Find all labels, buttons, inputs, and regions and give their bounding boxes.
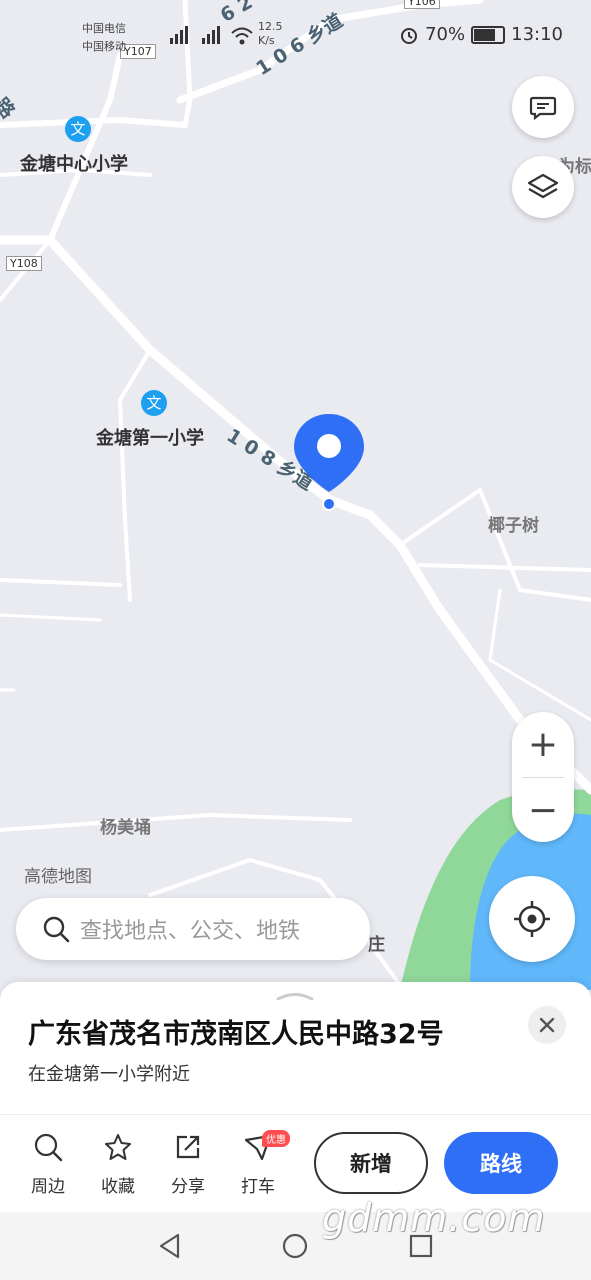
back-icon[interactable] — [156, 1232, 184, 1260]
place-address: 广东省茂名市茂南区人民中路32号 — [28, 1019, 444, 1050]
promo-badge: 优惠 — [262, 1130, 290, 1147]
route-button[interactable]: 路线 — [444, 1132, 558, 1194]
zoom-control: + − — [512, 712, 574, 842]
message-button[interactable] — [512, 76, 574, 138]
amap-logo: 高德地图 — [24, 867, 92, 887]
message-icon — [529, 96, 557, 121]
alarm-icon — [401, 27, 418, 44]
close-button[interactable] — [528, 1006, 566, 1044]
place-label-village1: 椰子树 — [488, 516, 539, 536]
location-marker-icon[interactable] — [292, 412, 366, 512]
place-nearby: 在金塘第一小学附近 — [28, 1064, 190, 1085]
locate-icon — [514, 901, 550, 937]
status-right: 70% 13:10 — [399, 24, 563, 45]
carrier-2: 中国移动 — [82, 40, 126, 53]
road-code-y108: Y108 — [6, 256, 42, 271]
zoom-out-button[interactable]: − — [512, 778, 574, 843]
wifi-icon — [231, 27, 253, 45]
place-label-school1[interactable]: 金塘中心小学 — [20, 150, 128, 176]
close-icon — [539, 1017, 555, 1033]
school-icon[interactable]: 文 — [141, 390, 167, 416]
favorite-label: 收藏 — [101, 1177, 135, 1197]
search-box[interactable]: 查找地点、公交、地铁 — [16, 898, 370, 960]
carrier-1: 中国电信 — [82, 22, 126, 35]
star-icon — [105, 1134, 131, 1160]
search-input[interactable]: 查找地点、公交、地铁 — [80, 913, 300, 945]
place-label-edge-bottom: 庄 — [368, 935, 385, 955]
nearby-button[interactable]: 周边 — [18, 1132, 78, 1197]
search-icon — [34, 1133, 63, 1162]
search-icon — [43, 916, 70, 943]
place-detail-card: 广东省茂名市茂南区人民中路32号 在金塘第一小学附近 周边 收藏 分享 打车 新… — [0, 982, 591, 1212]
clock: 13:10 — [511, 24, 563, 45]
share-button[interactable]: 分享 — [158, 1132, 218, 1197]
zoom-in-button[interactable]: + — [512, 712, 574, 777]
signal-icon — [170, 26, 220, 44]
add-button[interactable]: 新增 — [314, 1132, 428, 1194]
favorite-button[interactable]: 收藏 — [88, 1132, 148, 1197]
place-label-school2[interactable]: 金塘第一小学 — [96, 424, 204, 450]
net-speed: 12.5 K/s — [258, 20, 283, 47]
place-label-village2: 杨美埇 — [100, 818, 151, 838]
status-bar: 中国电信 中国移动 12.5 K/s 70% 13:10 — [0, 0, 591, 72]
nearby-label: 周边 — [31, 1177, 65, 1197]
share-label: 分享 — [171, 1177, 205, 1197]
locate-button[interactable] — [489, 876, 575, 962]
drag-handle-icon[interactable] — [276, 992, 314, 1000]
share-icon — [176, 1135, 200, 1159]
layers-button[interactable] — [512, 156, 574, 218]
home-icon[interactable] — [281, 1232, 309, 1260]
school-icon[interactable]: 文 — [65, 116, 91, 142]
battery-percent: 70% — [425, 24, 466, 45]
card-divider — [0, 1114, 591, 1115]
battery-icon — [471, 25, 506, 44]
taxi-label: 打车 — [241, 1177, 275, 1197]
layers-icon — [527, 173, 559, 199]
gdmm-watermark: gdmm.com — [322, 1196, 546, 1240]
